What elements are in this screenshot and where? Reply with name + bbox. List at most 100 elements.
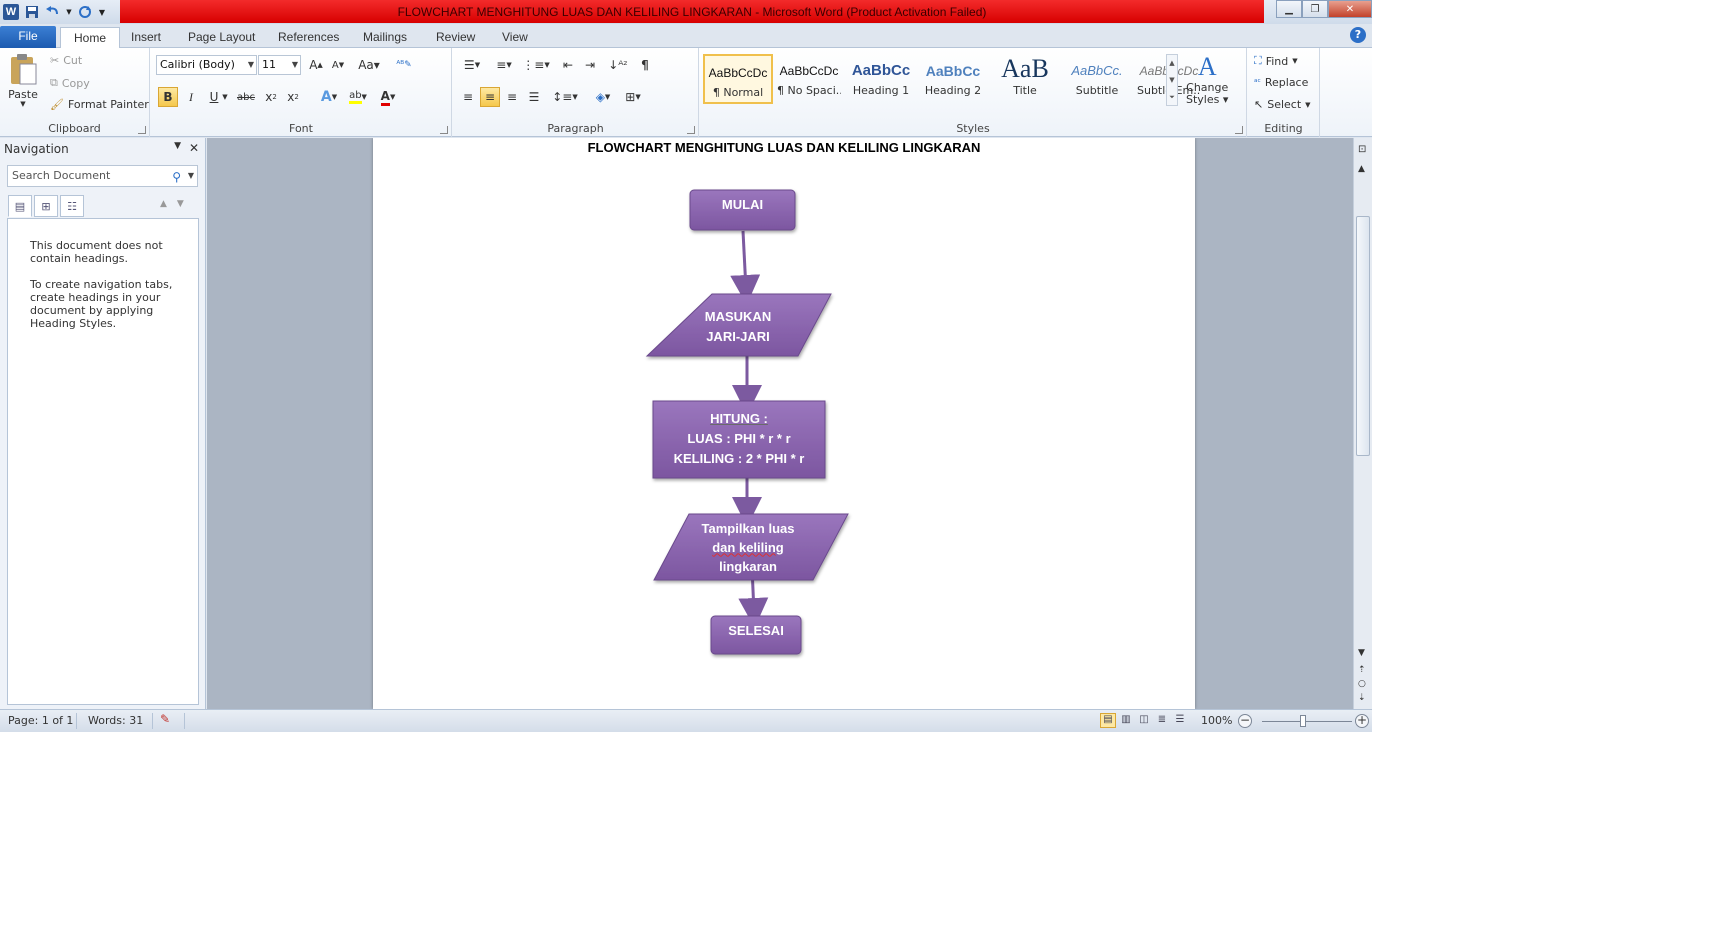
- bold-button[interactable]: B: [158, 87, 178, 107]
- zoom-slider-thumb[interactable]: [1300, 715, 1306, 727]
- scroll-up-icon[interactable]: ▲: [1358, 164, 1365, 174]
- replace-button[interactable]: ᵃᶜ Replace: [1254, 76, 1308, 89]
- line-spacing-icon[interactable]: ↕≡ ▼: [551, 87, 579, 107]
- scroll-down-icon[interactable]: ▼: [1358, 648, 1365, 658]
- italic-button[interactable]: I: [181, 87, 201, 107]
- select-browse-object-icon[interactable]: ○: [1358, 679, 1366, 689]
- decrease-indent-icon[interactable]: ⇤: [558, 55, 578, 75]
- highlight-icon[interactable]: ab ▼: [344, 87, 372, 107]
- strikethrough-button[interactable]: abc: [233, 87, 259, 107]
- align-left-icon[interactable]: ≡: [458, 87, 478, 107]
- paragraph-dialog-launcher[interactable]: [687, 126, 695, 134]
- customize-qat-icon[interactable]: ▼: [97, 3, 107, 21]
- web-layout-icon[interactable]: ◫: [1136, 713, 1152, 728]
- ruler-toggle-icon[interactable]: ⊡: [1358, 144, 1366, 155]
- change-styles-button[interactable]: A Change Styles ▾: [1186, 52, 1228, 106]
- vertical-scrollbar[interactable]: ⊡ ▲ ▼ ⇡ ○ ⇣: [1353, 138, 1372, 709]
- paste-dropdown-icon[interactable]: ▼: [20, 100, 25, 108]
- borders-icon[interactable]: ⊞ ▼: [619, 87, 647, 107]
- tab-view[interactable]: View: [502, 27, 528, 48]
- increase-indent-icon[interactable]: ⇥: [580, 55, 600, 75]
- browse-results-tab-icon[interactable]: ☷: [60, 195, 84, 217]
- previous-heading-icon[interactable]: ▲: [160, 199, 177, 209]
- multilevel-list-icon[interactable]: ⋮≡ ▼: [522, 55, 550, 75]
- page-count[interactable]: Page: 1 of 1: [8, 714, 73, 727]
- style-heading-2[interactable]: AaBbCc Heading 2: [921, 54, 985, 104]
- tab-references[interactable]: References: [278, 27, 339, 48]
- font-size-box[interactable]: 11 ▼: [258, 55, 301, 75]
- search-document-input[interactable]: Search Document ⚲ ▼: [7, 165, 198, 187]
- help-icon[interactable]: ?: [1350, 27, 1366, 43]
- previous-page-icon[interactable]: ⇡: [1358, 665, 1366, 675]
- restore-button[interactable]: ❐: [1302, 0, 1328, 18]
- style-normal[interactable]: AaBbCcDc ¶ Normal: [703, 54, 773, 104]
- zoom-slider-track[interactable]: [1262, 721, 1352, 722]
- chevron-down-icon[interactable]: ▼: [188, 166, 194, 186]
- zoom-level[interactable]: 100%: [1201, 714, 1232, 727]
- superscript-button[interactable]: x2: [283, 87, 303, 107]
- proofing-errors-icon[interactable]: ✎: [160, 712, 170, 726]
- tab-insert[interactable]: Insert: [131, 27, 161, 48]
- next-page-icon[interactable]: ⇣: [1358, 693, 1366, 703]
- draft-icon[interactable]: ☰: [1172, 713, 1188, 728]
- navigation-menu-icon[interactable]: ▼: [174, 141, 181, 151]
- tab-page-layout[interactable]: Page Layout: [188, 27, 255, 48]
- grow-font-icon[interactable]: A ▲: [306, 55, 326, 75]
- find-button[interactable]: ⛶ Find ▼: [1254, 54, 1298, 68]
- font-color-icon[interactable]: A ▼: [374, 87, 402, 107]
- outline-icon[interactable]: ≣: [1154, 713, 1170, 728]
- underline-dropdown-icon[interactable]: ▼: [220, 87, 230, 107]
- shrink-font-icon[interactable]: A ▼: [328, 55, 348, 75]
- close-icon[interactable]: ✕: [189, 141, 199, 155]
- next-heading-icon[interactable]: ▼: [177, 199, 194, 209]
- styles-dialog-launcher[interactable]: [1235, 126, 1243, 134]
- text-effects-icon[interactable]: A ▼: [316, 87, 342, 107]
- search-icon[interactable]: ⚲: [172, 167, 181, 187]
- show-formatting-icon[interactable]: ¶: [635, 55, 655, 75]
- redo-icon[interactable]: [76, 3, 94, 21]
- status-bar: Page: 1 of 1 Words: 31 ✎ ▤ ▥ ◫ ≣ ☰ 100% …: [0, 709, 1372, 732]
- style-no-spacing[interactable]: AaBbCcDc ¶ No Spaci...: [777, 54, 841, 104]
- undo-dropdown-icon[interactable]: ▼: [65, 3, 73, 21]
- sort-icon[interactable]: ↓ᴬᶻ: [608, 55, 628, 75]
- document-page[interactable]: FLOWCHART MENGHITUNG LUAS DAN KELILING L…: [373, 138, 1195, 709]
- word-count[interactable]: Words: 31: [88, 714, 143, 727]
- shading-icon[interactable]: ◈ ▼: [589, 87, 617, 107]
- style-subtitle[interactable]: AaBbCc. Subtitle: [1065, 54, 1129, 104]
- style-title[interactable]: AaB Title: [993, 54, 1057, 104]
- font-dialog-launcher[interactable]: [440, 126, 448, 134]
- tab-home[interactable]: Home: [60, 27, 121, 48]
- style-heading-1[interactable]: AaBbCc Heading 1: [849, 54, 913, 104]
- styles-gallery-scroller[interactable]: ▲ ▼ ⏷: [1166, 54, 1178, 106]
- browse-headings-tab-icon[interactable]: ▤: [8, 195, 32, 217]
- clipboard-dialog-launcher[interactable]: [138, 126, 146, 134]
- clear-formatting-icon[interactable]: ᴬᴮ✎: [394, 55, 414, 75]
- browse-pages-tab-icon[interactable]: ⊞: [34, 195, 58, 217]
- print-layout-icon[interactable]: ▤: [1100, 713, 1116, 728]
- scroll-thumb[interactable]: [1356, 216, 1370, 456]
- undo-icon[interactable]: [44, 3, 62, 21]
- change-case-icon[interactable]: Aa▾: [355, 55, 383, 75]
- full-screen-reading-icon[interactable]: ▥: [1118, 713, 1134, 728]
- format-painter-button[interactable]: 🖌 Format Painter: [50, 98, 149, 111]
- save-icon[interactable]: [23, 3, 41, 21]
- align-center-icon[interactable]: ≡: [480, 87, 500, 107]
- bullets-icon[interactable]: ☰ ▼: [458, 55, 486, 75]
- paste-button[interactable]: Paste ▼: [8, 52, 38, 108]
- zoom-out-button[interactable]: −: [1238, 714, 1252, 728]
- minimize-button[interactable]: ▁: [1276, 0, 1302, 18]
- cut-button[interactable]: ✂ Cut: [50, 54, 82, 67]
- zoom-in-button[interactable]: +: [1355, 714, 1369, 728]
- close-button[interactable]: ✕: [1328, 0, 1372, 18]
- select-button[interactable]: ↖ Select ▼: [1254, 98, 1311, 111]
- tab-file[interactable]: File: [0, 26, 56, 48]
- font-name-box[interactable]: Calibri (Body) ▼: [156, 55, 257, 75]
- align-right-icon[interactable]: ≡: [502, 87, 522, 107]
- copy-button[interactable]: ⧉ Copy: [50, 76, 90, 90]
- tab-mailings[interactable]: Mailings: [363, 27, 407, 48]
- tab-review[interactable]: Review: [436, 27, 475, 48]
- subscript-button[interactable]: x2: [261, 87, 281, 107]
- justify-icon[interactable]: ☰: [524, 87, 544, 107]
- word-app-icon[interactable]: W: [2, 3, 20, 21]
- numbering-icon[interactable]: ≡ ▼: [490, 55, 518, 75]
